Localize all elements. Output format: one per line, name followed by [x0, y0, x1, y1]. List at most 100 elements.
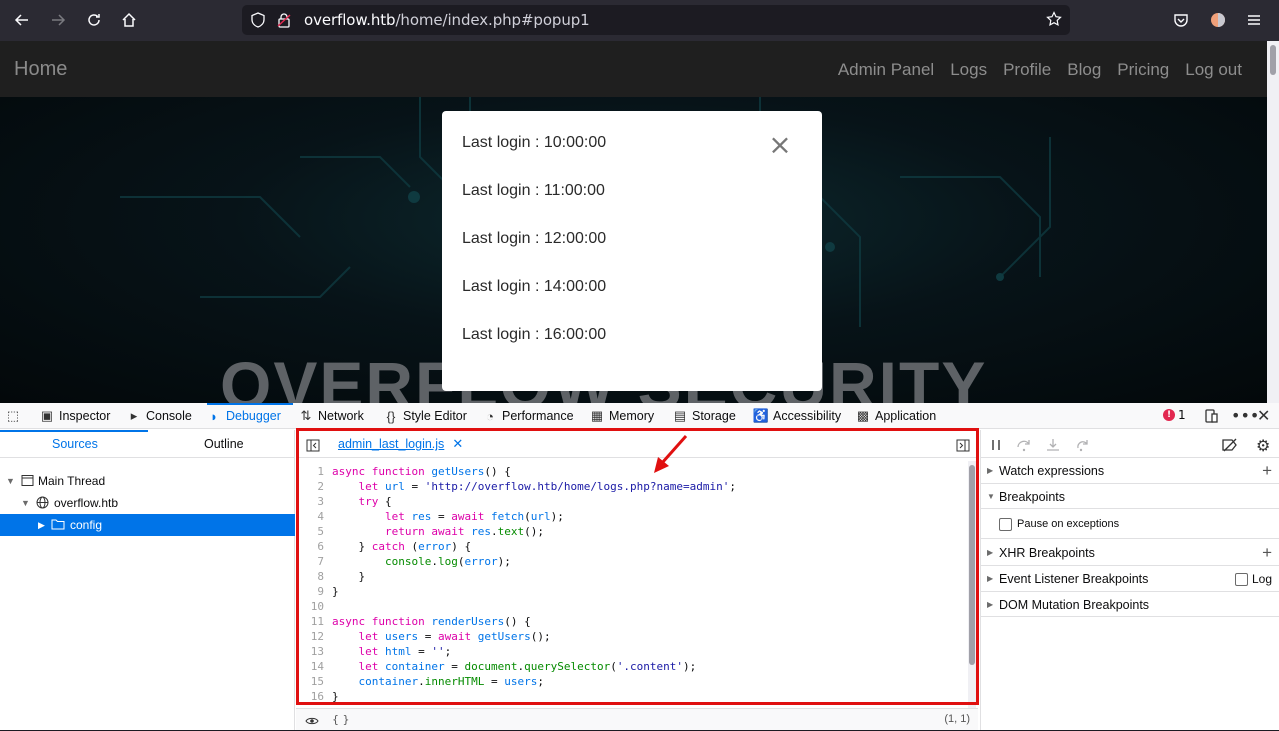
site-navbar: Home Admin Panel Logs Profile Blog Prici…	[0, 41, 1267, 97]
row-label: Event Listener Breakpoints	[999, 572, 1149, 586]
nav-link-profile[interactable]: Profile	[1003, 60, 1051, 80]
step-out-icon[interactable]	[1075, 437, 1091, 456]
tab-application[interactable]: ▩ Application	[856, 403, 936, 429]
nav-link-logs[interactable]: Logs	[950, 60, 987, 80]
row-label: XHR Breakpoints	[999, 546, 1095, 560]
site-brand-link[interactable]: Home	[14, 58, 67, 81]
tree-item-label: Main Thread	[38, 474, 106, 488]
event-listener-breakpoints-header[interactable]: ▶ Event Listener Breakpoints Log	[981, 567, 1279, 592]
storage-icon: ▤	[673, 408, 687, 423]
pretty-print-button[interactable]: { }	[332, 713, 350, 726]
home-icon[interactable]	[116, 8, 142, 32]
add-xhr-breakpoint-icon[interactable]: +	[1262, 544, 1272, 561]
code-line: 13 let html = '';	[310, 645, 452, 658]
devtools-panel: ⬚ ▣ Inspector ▸ Console ◗ Debugger ⇅ Network…	[0, 403, 1279, 730]
code-line: 9}	[317, 585, 339, 598]
lock-insecure-icon[interactable]	[276, 12, 292, 32]
debugger-icon: ◗	[210, 408, 218, 424]
code-line: 2 let url = 'http://overflow.htb/home/lo…	[317, 480, 737, 493]
pause-on-exceptions-checkbox[interactable]	[999, 518, 1012, 531]
tree-item-label: overflow.htb	[54, 496, 119, 510]
tree-item-domain[interactable]: ▼ overflow.htb	[0, 492, 295, 514]
site-nav-links: Admin Panel Logs Profile Blog Pricing Lo…	[822, 60, 1242, 80]
pause-on-exceptions-row[interactable]: Pause on exceptions	[981, 510, 1279, 539]
shield-icon[interactable]	[250, 12, 266, 32]
code-line: 4 let res = await fetch(url);	[317, 510, 564, 523]
tab-accessibility[interactable]: ♿ Accessibility	[753, 403, 841, 429]
toggle-sources-icon[interactable]	[306, 437, 320, 456]
element-picker-icon[interactable]: ⬚	[6, 403, 25, 429]
tab-performance[interactable]: ◔ Performance	[483, 403, 574, 429]
nav-link-pricing[interactable]: Pricing	[1117, 60, 1169, 80]
code-line: 10	[310, 600, 324, 613]
error-icon[interactable]: !	[1163, 409, 1175, 421]
tree-item-main-thread[interactable]: ▼ Main Thread	[0, 470, 295, 492]
tab-debugger-label: Debugger	[226, 409, 281, 423]
tab-sources[interactable]: Sources	[52, 437, 98, 451]
cursor-position: (1, 1)	[944, 713, 970, 725]
step-in-icon[interactable]	[1045, 437, 1061, 456]
sources-tabs: Sources Outline	[0, 430, 295, 458]
tab-memory-label: Memory	[609, 409, 655, 423]
toggle-sidebar-icon[interactable]	[956, 437, 970, 456]
menu-hamburger-icon[interactable]	[1241, 8, 1267, 32]
editor-file-tab[interactable]: admin_last_login.js ✕	[328, 430, 473, 458]
style-editor-icon: {}	[386, 408, 396, 424]
row-label: Watch expressions	[999, 464, 1105, 478]
code-line: 1 async function getUsers() {	[317, 465, 511, 478]
code-line: 11 async function renderUsers() {	[310, 615, 531, 628]
login-line: Last login : 11:00:00	[462, 182, 605, 199]
tree-item-config[interactable]: ▶ config	[0, 514, 295, 536]
eye-icon[interactable]	[305, 712, 319, 731]
tab-inspector[interactable]: ▣ Inspector	[40, 403, 111, 429]
dom-mutation-breakpoints-header[interactable]: ▶ DOM Mutation Breakpoints	[981, 593, 1279, 617]
nav-link-blog[interactable]: Blog	[1067, 60, 1101, 80]
tab-console[interactable]: ▸ Console	[127, 403, 192, 429]
tab-outline[interactable]: Outline	[204, 437, 244, 451]
reload-icon[interactable]	[81, 8, 107, 32]
log-checkbox[interactable]	[1235, 573, 1248, 586]
code-line: 6 } catch (error) {	[317, 540, 472, 553]
url-domain: overflow.htb	[304, 11, 396, 29]
step-over-icon[interactable]	[1016, 437, 1032, 456]
tab-style-editor-label: Style Editor	[403, 409, 467, 423]
tab-memory[interactable]: ▦ Memory	[590, 403, 654, 429]
account-avatar-icon[interactable]	[1205, 8, 1231, 32]
login-line: Last login : 12:00:00	[462, 230, 607, 247]
bookmark-star-icon[interactable]	[1046, 11, 1062, 31]
tab-network[interactable]: ⇅ Network	[299, 403, 364, 429]
responsive-design-icon[interactable]	[1203, 408, 1219, 428]
settings-gear-icon[interactable]: ⚙	[1256, 436, 1270, 455]
code-area[interactable]: 1 async function getUsers() { 2 let url =…	[296, 461, 968, 708]
tab-style-editor[interactable]: {} Style Editor	[384, 403, 467, 429]
close-devtools-icon[interactable]: ✕	[1257, 406, 1270, 425]
tab-debugger[interactable]: ◗ Debugger	[207, 403, 293, 429]
tab-application-label: Application	[875, 409, 937, 423]
nav-link-admin-panel[interactable]: Admin Panel	[838, 60, 934, 80]
error-count[interactable]: 1	[1178, 408, 1186, 422]
more-options-icon[interactable]: •••	[1231, 406, 1259, 425]
breakpoints-header[interactable]: ▼ Breakpoints	[981, 485, 1279, 509]
close-tab-icon[interactable]: ✕	[452, 436, 463, 452]
add-watch-icon[interactable]: +	[1262, 462, 1272, 479]
back-icon[interactable]	[9, 8, 35, 32]
editor-tabs: admin_last_login.js ✕	[296, 430, 978, 458]
xhr-breakpoints-header[interactable]: ▶ XHR Breakpoints +	[981, 540, 1279, 566]
tab-storage[interactable]: ▤ Storage	[673, 403, 736, 429]
forward-icon[interactable]	[45, 8, 71, 32]
file-tab-label: admin_last_login.js	[338, 437, 445, 451]
pause-icon[interactable]	[989, 437, 1003, 456]
log-label: Log	[1252, 572, 1273, 586]
close-icon[interactable]: ×	[768, 131, 792, 159]
editor-scrollbar[interactable]	[968, 461, 976, 708]
tab-performance-label: Performance	[502, 409, 574, 423]
watch-expressions-header[interactable]: ▶ Watch expressions +	[981, 459, 1279, 484]
page-scrollbar[interactable]	[1267, 41, 1279, 403]
editor-footer: { } (1, 1)	[296, 708, 978, 730]
url-bar[interactable]: overflow.htb/home/index.php#popup1	[242, 5, 1070, 35]
nav-link-log-out[interactable]: Log out	[1185, 60, 1242, 80]
tab-inspector-label: Inspector	[59, 409, 111, 423]
pocket-icon[interactable]	[1168, 8, 1194, 32]
deactivate-breakpoints-icon[interactable]	[1222, 437, 1238, 456]
console-icon: ▸	[130, 408, 138, 423]
